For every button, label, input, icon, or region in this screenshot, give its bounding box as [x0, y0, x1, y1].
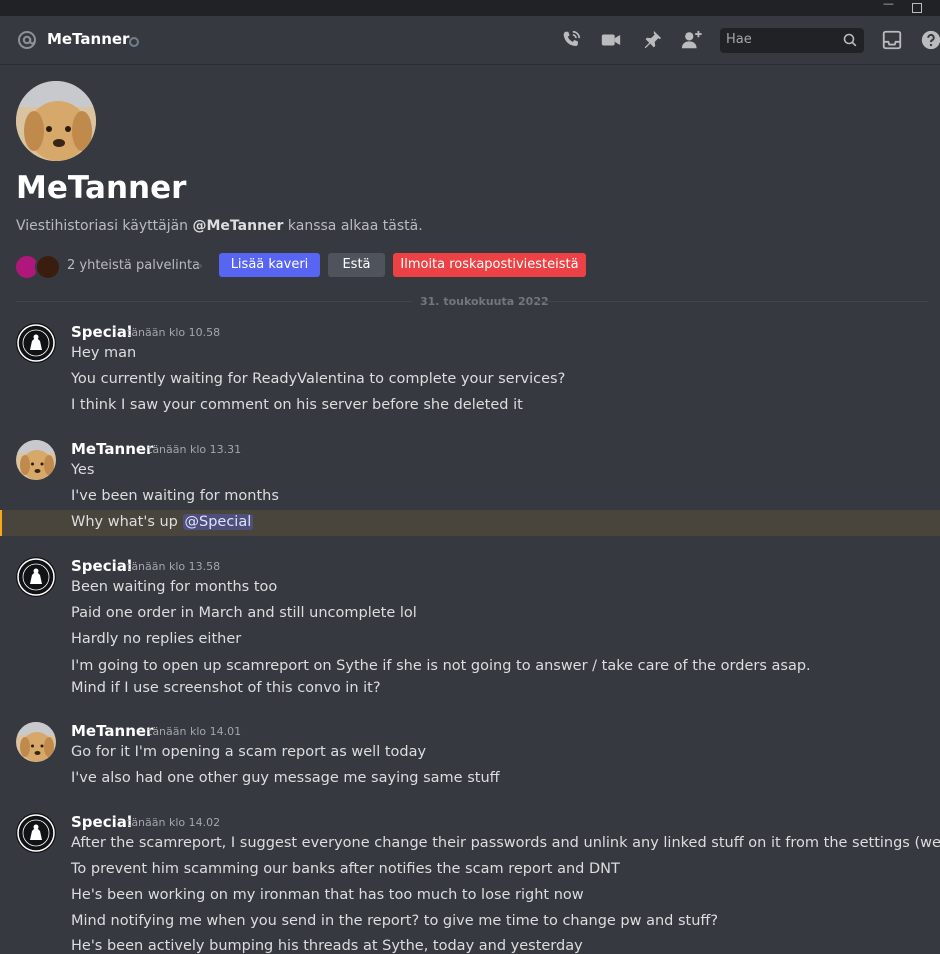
- message-text: To prevent him scamming our banks after …: [71, 861, 620, 877]
- mutual-servers-link[interactable]: 2 yhteistä palvelinta: [67, 258, 200, 273]
- maximize-button[interactable]: [912, 3, 922, 13]
- message-text-part: Why what's up: [71, 514, 183, 530]
- help-icon[interactable]: [920, 29, 940, 51]
- message-text: After the scamreport, I suggest everyone…: [71, 835, 940, 851]
- message-text: I think I saw your comment on his server…: [71, 397, 523, 413]
- message-timestamp: tänään klo 13.58: [127, 560, 221, 573]
- add-friend-icon[interactable]: [681, 29, 703, 51]
- message-text: Hey man: [71, 345, 137, 361]
- message-text: Yes: [71, 462, 95, 478]
- message-text: He's been working on my ironman that has…: [71, 887, 584, 903]
- avatar[interactable]: [16, 323, 56, 363]
- message-author[interactable]: MeTanner: [71, 722, 153, 740]
- date-divider-line: [16, 301, 412, 302]
- avatar[interactable]: [16, 440, 56, 480]
- message-timestamp: tänään klo 10.58: [127, 326, 221, 339]
- message-text: I'm going to open up scamreport on Sythe…: [71, 658, 811, 696]
- separator-dot: [198, 264, 202, 268]
- message-author[interactable]: Special: [71, 813, 132, 831]
- message-text: Go for it I'm opening a scam report as w…: [71, 744, 427, 760]
- block-button[interactable]: Estä: [328, 253, 385, 277]
- message-timestamp: tänään klo 14.02: [127, 816, 221, 829]
- message-author[interactable]: Special: [71, 557, 132, 575]
- message-timestamp: tänään klo 14.01: [148, 725, 242, 738]
- offline-status-icon: [129, 37, 139, 47]
- video-call-icon[interactable]: [600, 29, 622, 51]
- message-text: I've also had one other guy message me s…: [71, 770, 500, 786]
- report-spam-button[interactable]: Ilmoita roskapostiviesteistä: [393, 253, 586, 277]
- message-text: Mind notifying me when you send in the r…: [71, 913, 719, 929]
- profile-avatar[interactable]: [16, 81, 96, 161]
- message-author[interactable]: Special: [71, 323, 132, 341]
- avatar[interactable]: [16, 722, 56, 762]
- message-text: Hardly no replies either: [71, 631, 242, 647]
- message-text: He's been actively bumping his threads a…: [71, 938, 583, 954]
- date-divider: 31. toukokuuta 2022: [420, 295, 549, 308]
- message-text: Been waiting for months too: [71, 579, 278, 595]
- special-avatar-image: [17, 814, 55, 852]
- message-text: You currently waiting for ReadyValentina…: [71, 371, 566, 387]
- avatar[interactable]: [16, 813, 56, 853]
- add-friend-button[interactable]: Lisää kaveri: [219, 253, 320, 277]
- channel-header: MeTanner Hae: [0, 16, 940, 65]
- dog-avatar-image: [16, 440, 56, 480]
- message-text: I've been waiting for months: [71, 488, 279, 504]
- search-input[interactable]: Hae: [720, 28, 864, 53]
- window-titlebar: —: [0, 0, 940, 16]
- at-icon: [18, 31, 36, 49]
- search-placeholder: Hae: [726, 32, 752, 47]
- mutual-server-icon[interactable]: [35, 254, 61, 280]
- special-avatar-image: [17, 324, 55, 362]
- pin-icon[interactable]: [641, 29, 663, 51]
- conversation-start-text: Viestihistoriasi käyttäjän @MeTanner kan…: [16, 218, 423, 234]
- message-author[interactable]: MeTanner: [71, 440, 153, 458]
- intro-sub-suffix: kanssa alkaa tästä.: [283, 218, 423, 234]
- intro-sub-prefix: Viestihistoriasi käyttäjän: [16, 218, 193, 234]
- voice-call-icon[interactable]: [560, 29, 582, 51]
- minimize-button[interactable]: —: [883, 0, 894, 10]
- message-text: Why what's up @Special: [71, 514, 254, 530]
- avatar[interactable]: [16, 557, 56, 597]
- message-timestamp: tänään klo 13.31: [148, 443, 242, 456]
- dog-avatar-image: [16, 722, 56, 762]
- dog-avatar-image: [16, 81, 96, 161]
- user-mention[interactable]: @Special: [182, 514, 254, 530]
- inbox-icon[interactable]: [881, 29, 903, 51]
- header-username: MeTanner: [47, 30, 130, 48]
- profile-name: MeTanner: [16, 170, 187, 206]
- special-avatar-image: [17, 558, 55, 596]
- message-text: Paid one order in March and still uncomp…: [71, 605, 417, 621]
- search-icon: [843, 33, 857, 47]
- date-divider-line: [532, 301, 928, 302]
- intro-sub-user: @MeTanner: [192, 218, 284, 234]
